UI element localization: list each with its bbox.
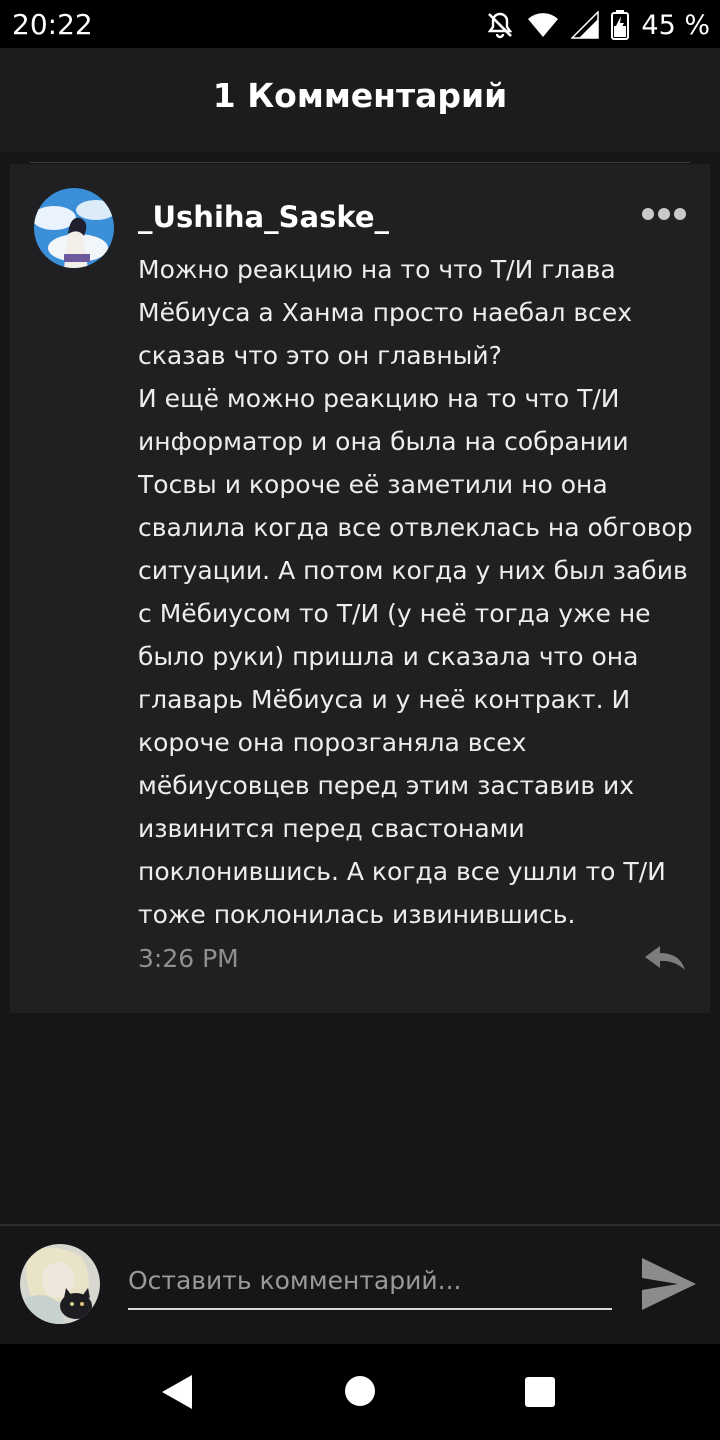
status-bar: 20:22 45 % (0, 0, 720, 48)
comment-paragraph: И ещё можно реакцию на то что Т/И информ… (138, 384, 693, 929)
comment-username[interactable]: _Ushiha_Saske_ (138, 200, 389, 234)
comment-timestamp: 3:26 PM (138, 944, 239, 973)
signal-icon (571, 11, 600, 39)
battery-icon (611, 10, 630, 40)
back-icon[interactable] (160, 1374, 194, 1410)
navigation-bar (0, 1344, 720, 1440)
recent-apps-icon[interactable] (525, 1377, 555, 1407)
battery-percent: 45 % (641, 9, 710, 41)
comment-card: _Ushiha_Saske_ Можно реакцию на то что Т… (10, 164, 710, 1013)
status-icons: 45 % (485, 8, 710, 42)
comment-text: Можно реакцию на то что Т/И глава Мёбиус… (138, 248, 698, 936)
divider (30, 162, 690, 163)
header: 1 Комментарий (0, 48, 720, 152)
my-avatar (20, 1244, 100, 1324)
reply-icon[interactable] (642, 942, 688, 974)
comment-paragraph: Можно реакцию на то что Т/И глава Мёбиус… (138, 255, 633, 370)
user-avatar[interactable] (34, 188, 114, 268)
wifi-icon (528, 13, 559, 37)
comment-input-bar (0, 1226, 720, 1344)
comment-input[interactable] (128, 1260, 612, 1310)
page-title: 1 Комментарий (212, 76, 508, 115)
notifications-off-icon (487, 12, 513, 39)
send-icon[interactable] (640, 1256, 698, 1312)
home-icon[interactable] (345, 1376, 375, 1406)
more-options-icon[interactable] (642, 208, 686, 222)
status-time: 20:22 (12, 8, 93, 41)
